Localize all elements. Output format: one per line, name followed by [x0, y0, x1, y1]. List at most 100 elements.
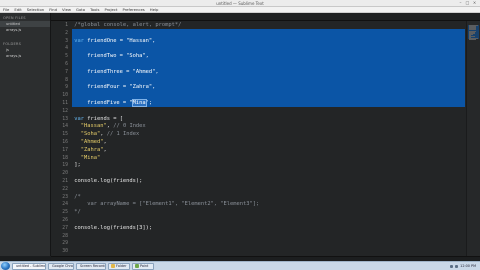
code-line[interactable] — [71, 233, 466, 241]
menu-selection[interactable]: Selection — [27, 7, 45, 12]
maximize-icon[interactable]: □ — [465, 1, 470, 5]
code-line[interactable] — [71, 186, 466, 194]
system-tray: 12:00 PM — [450, 264, 480, 268]
code-line[interactable] — [71, 77, 466, 85]
taskbar-item[interactable]: Google Chrome — [48, 262, 74, 270]
taskbar-item-label: Google Chrome — [52, 263, 73, 268]
start-button[interactable] — [1, 262, 10, 270]
code-line[interactable] — [71, 240, 466, 248]
line-number: 4 — [65, 46, 68, 52]
line-number: 18 — [62, 155, 68, 161]
line-number: 30 — [62, 249, 68, 255]
window-controls: – □ × — [458, 1, 477, 5]
line-number: 14 — [62, 124, 68, 130]
taskbar-item[interactable]: Paint — [132, 262, 154, 270]
line-number: 25 — [62, 210, 68, 216]
line-number: 16 — [62, 140, 68, 145]
line-number: 27 — [62, 225, 68, 231]
code-line[interactable]: "Ahmed", — [71, 139, 466, 147]
code-line[interactable]: var friendOne = "Hassan", — [71, 38, 466, 46]
line-number: 17 — [62, 147, 68, 153]
taskbar-item-label: Paint — [140, 263, 149, 268]
app-icon — [135, 264, 139, 268]
code-line[interactable]: /* — [71, 194, 466, 202]
code-line[interactable] — [71, 217, 466, 225]
line-number: 13 — [62, 116, 68, 122]
menu-find[interactable]: Find — [49, 7, 57, 12]
code-line[interactable]: ]; — [71, 162, 466, 170]
sidebar-folder-file[interactable]: arrays.js — [0, 53, 50, 59]
code-line[interactable]: "Hassan", // 0 Index — [71, 123, 466, 131]
menu-preferences[interactable]: Preferences — [122, 7, 144, 12]
volume-icon[interactable] — [455, 264, 459, 268]
line-number: 8 — [65, 77, 68, 83]
menu-view[interactable]: View — [62, 7, 71, 12]
line-number: 1 — [65, 23, 68, 28]
code-line[interactable] — [71, 248, 466, 256]
taskbar-item[interactable]: untitled - Sublime — [12, 262, 46, 270]
code-line[interactable] — [71, 108, 466, 116]
line-number: 15 — [62, 132, 68, 138]
menu-file[interactable]: File — [3, 7, 9, 12]
code-line[interactable]: var arrayName = ["Element1", "Element2",… — [71, 201, 466, 209]
line-number: 28 — [62, 233, 68, 239]
close-icon[interactable]: × — [472, 1, 477, 5]
code-line[interactable]: /*global console, alert, prompt*/ — [71, 22, 466, 30]
line-number: 6 — [65, 62, 68, 67]
line-number: 9 — [65, 85, 68, 91]
taskbar-item[interactable]: Folder — [108, 262, 130, 270]
code-editor[interactable]: 1 2 3 4 5 6 7 8 9 10 11 12 13 14 15 16 17 18 19 20 21 22 23 24 2… — [51, 21, 480, 256]
code-area[interactable]: /*global console, alert, prompt*/ var fr… — [71, 21, 466, 256]
code-line[interactable] — [71, 92, 466, 100]
line-number: 3 — [65, 38, 68, 44]
line-number: 12 — [62, 108, 68, 114]
minimap[interactable] — [466, 21, 480, 256]
menu-edit[interactable]: Edit — [14, 7, 21, 12]
line-number: 22 — [62, 186, 68, 192]
clock[interactable]: 12:00 PM — [460, 264, 476, 268]
code-line[interactable] — [71, 30, 466, 38]
menu-goto[interactable]: Goto — [76, 7, 85, 12]
code-line[interactable]: "Soha", // 1 Index — [71, 131, 466, 139]
code-line[interactable]: var friends = [ — [71, 116, 466, 124]
line-number: 5 — [65, 54, 68, 60]
code-line[interactable]: friendFour = "Zahra", — [71, 84, 466, 92]
taskbar-item-label: Folder — [116, 263, 127, 268]
menu-tools[interactable]: Tools — [90, 7, 99, 12]
code-line[interactable]: "Zahra", — [71, 147, 466, 155]
code-line[interactable]: friendFive = "Mina"; — [71, 99, 466, 108]
line-number: 24 — [62, 202, 68, 208]
line-number: 19 — [62, 163, 68, 169]
code-line[interactable] — [71, 45, 466, 53]
app-icon — [111, 264, 115, 268]
code-line[interactable]: console.log(friends[3]); — [71, 225, 466, 233]
taskbar-item-label: Screen Recorder — [80, 263, 106, 268]
line-number: 10 — [62, 93, 68, 99]
line-number: 21 — [62, 179, 68, 184]
code-line[interactable]: "Mina" — [71, 155, 466, 163]
code-line[interactable]: console.log(friends); — [71, 178, 466, 186]
line-number: 23 — [62, 194, 68, 200]
line-number: 29 — [62, 241, 68, 247]
line-number: 11 — [62, 101, 68, 106]
code-line[interactable]: */ — [71, 209, 466, 217]
taskbar-item-label: untitled - Sublime — [16, 263, 46, 268]
sidebar-item-arrays[interactable]: arrays.js — [0, 27, 50, 33]
code-line[interactable]: friendThree = "Ahmed", — [71, 69, 466, 77]
menu-project[interactable]: Project — [104, 7, 117, 12]
menu-help[interactable]: Help — [150, 7, 159, 12]
line-number: 26 — [62, 218, 68, 223]
taskbar-items: untitled - Sublime Google Chrome Screen Re… — [10, 262, 154, 270]
minimize-icon[interactable]: – — [458, 1, 463, 5]
taskbar-item[interactable]: Screen Recorder — [76, 262, 106, 270]
code-line[interactable] — [71, 170, 466, 178]
taskbar: untitled - Sublime Google Chrome Screen Re… — [0, 261, 480, 270]
code-line[interactable] — [71, 61, 466, 69]
sidebar-header-folders: FOLDERS — [3, 42, 22, 46]
sidebar: OPEN FILES untitled arrays.js FOLDERS js… — [0, 13, 51, 256]
window-titlebar: untitled — Sublime Text – □ × — [0, 0, 480, 7]
network-icon[interactable] — [450, 264, 454, 268]
code-line[interactable]: friendTwo = "Soha", — [71, 53, 466, 61]
minimap-line — [469, 39, 476, 41]
tab-bar — [51, 13, 480, 21]
